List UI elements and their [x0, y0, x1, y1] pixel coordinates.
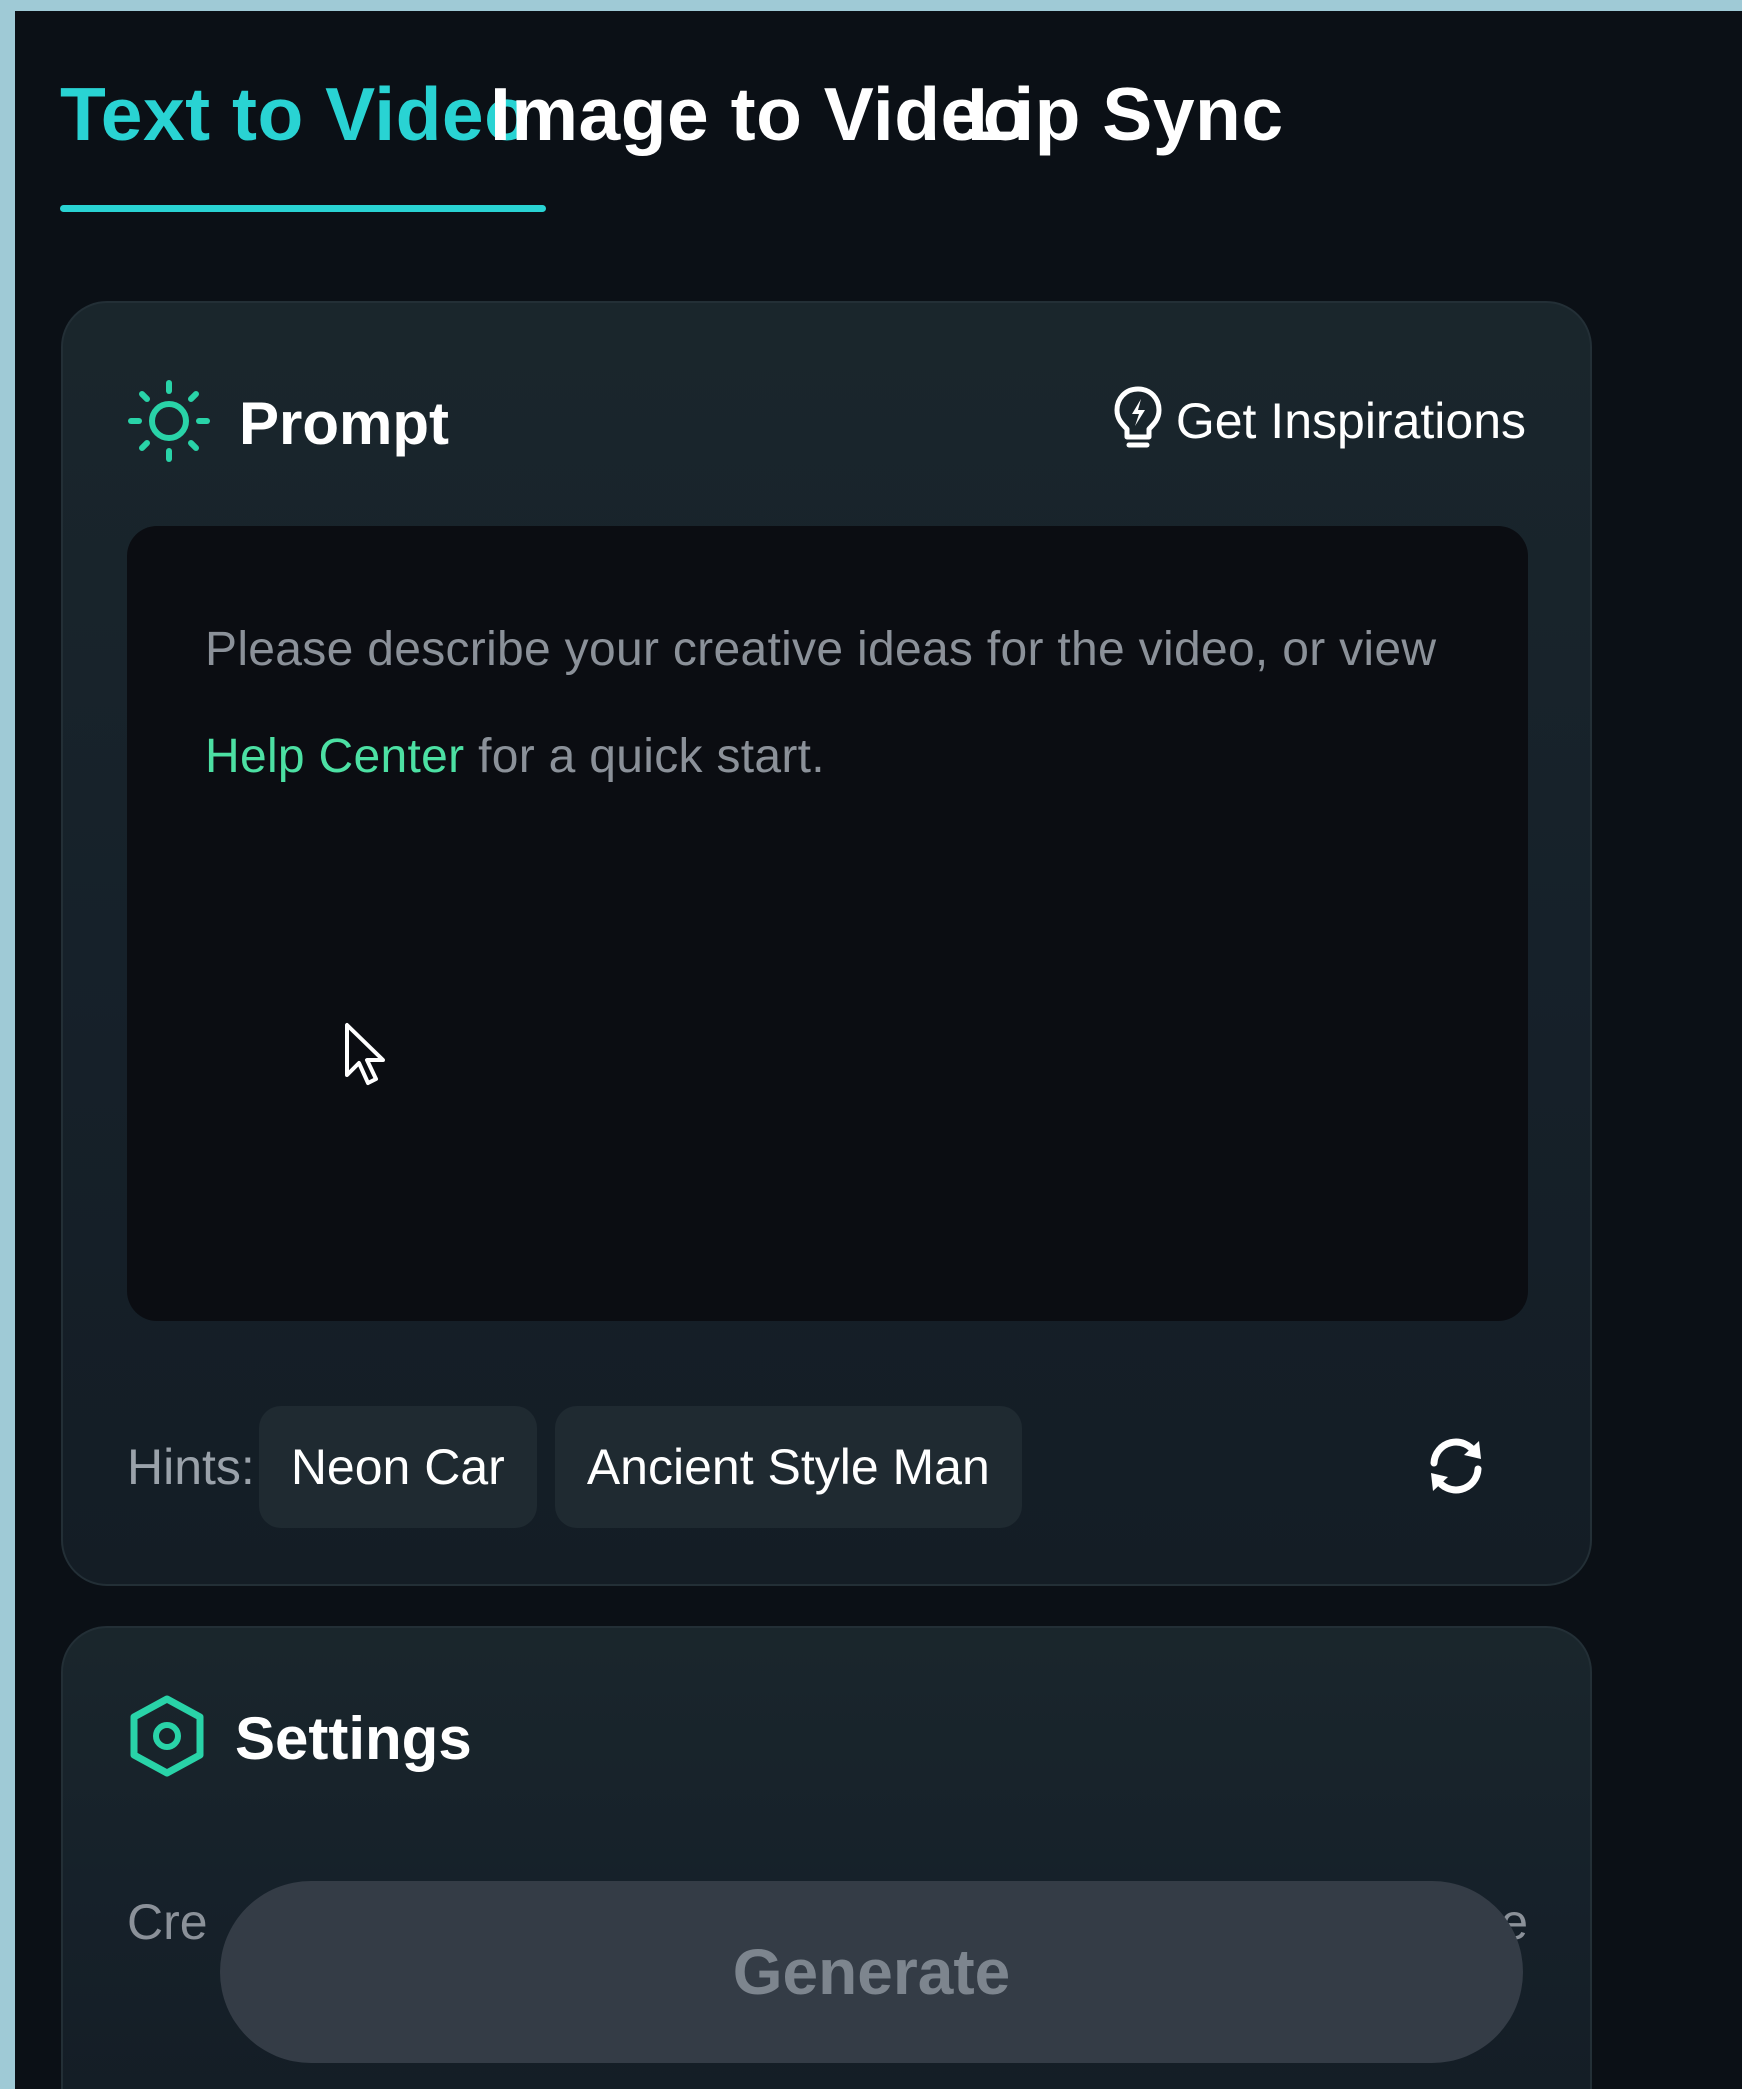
help-center-link[interactable]: Help Center: [205, 730, 464, 783]
prompt-placeholder: Please describe your creative ideas for …: [205, 596, 1468, 810]
prompt-title: Prompt: [239, 389, 449, 457]
hexagon-settings-icon: [127, 1694, 207, 1783]
app-window: Text to Video Image to Video Lip Sync Pr…: [15, 11, 1742, 2089]
hints-row: Hints: Neon Car Ancient Style Man: [127, 1406, 1036, 1528]
prompt-textarea[interactable]: Please describe your creative ideas for …: [127, 526, 1528, 1321]
prompt-card: Prompt Get Inspirations Please describe …: [61, 301, 1592, 1586]
hint-chip-neon-car[interactable]: Neon Car: [258, 1406, 537, 1528]
refresh-icon[interactable]: [1423, 1433, 1489, 1504]
tab-text-to-video[interactable]: Text to Video: [60, 71, 530, 157]
placeholder-text-end: for a quick start.: [478, 730, 825, 783]
active-tab-indicator: [60, 205, 546, 212]
settings-title: Settings: [235, 1704, 472, 1772]
tab-image-to-video[interactable]: Image to Video: [490, 71, 1029, 157]
tab-lip-sync[interactable]: Lip Sync: [967, 71, 1284, 157]
mouse-pointer-icon: [343, 1021, 393, 1096]
settings-header: Settings: [127, 1695, 472, 1778]
sun-icon: [127, 379, 211, 468]
placeholder-text-start: Please describe your creative ideas for …: [205, 623, 1437, 676]
get-inspirations-label: Get Inspirations: [1175, 392, 1526, 449]
hint-chip-ancient-style-man[interactable]: Ancient Style Man: [554, 1406, 1022, 1528]
hints-label: Hints:: [127, 1439, 255, 1495]
lightbulb-icon: [1112, 385, 1164, 456]
settings-row-label: Cre: [127, 1894, 208, 1950]
prompt-header: Prompt: [127, 379, 449, 463]
get-inspirations-button[interactable]: Get Inspirations: [1112, 385, 1526, 456]
generate-button[interactable]: Generate: [220, 1881, 1523, 2063]
